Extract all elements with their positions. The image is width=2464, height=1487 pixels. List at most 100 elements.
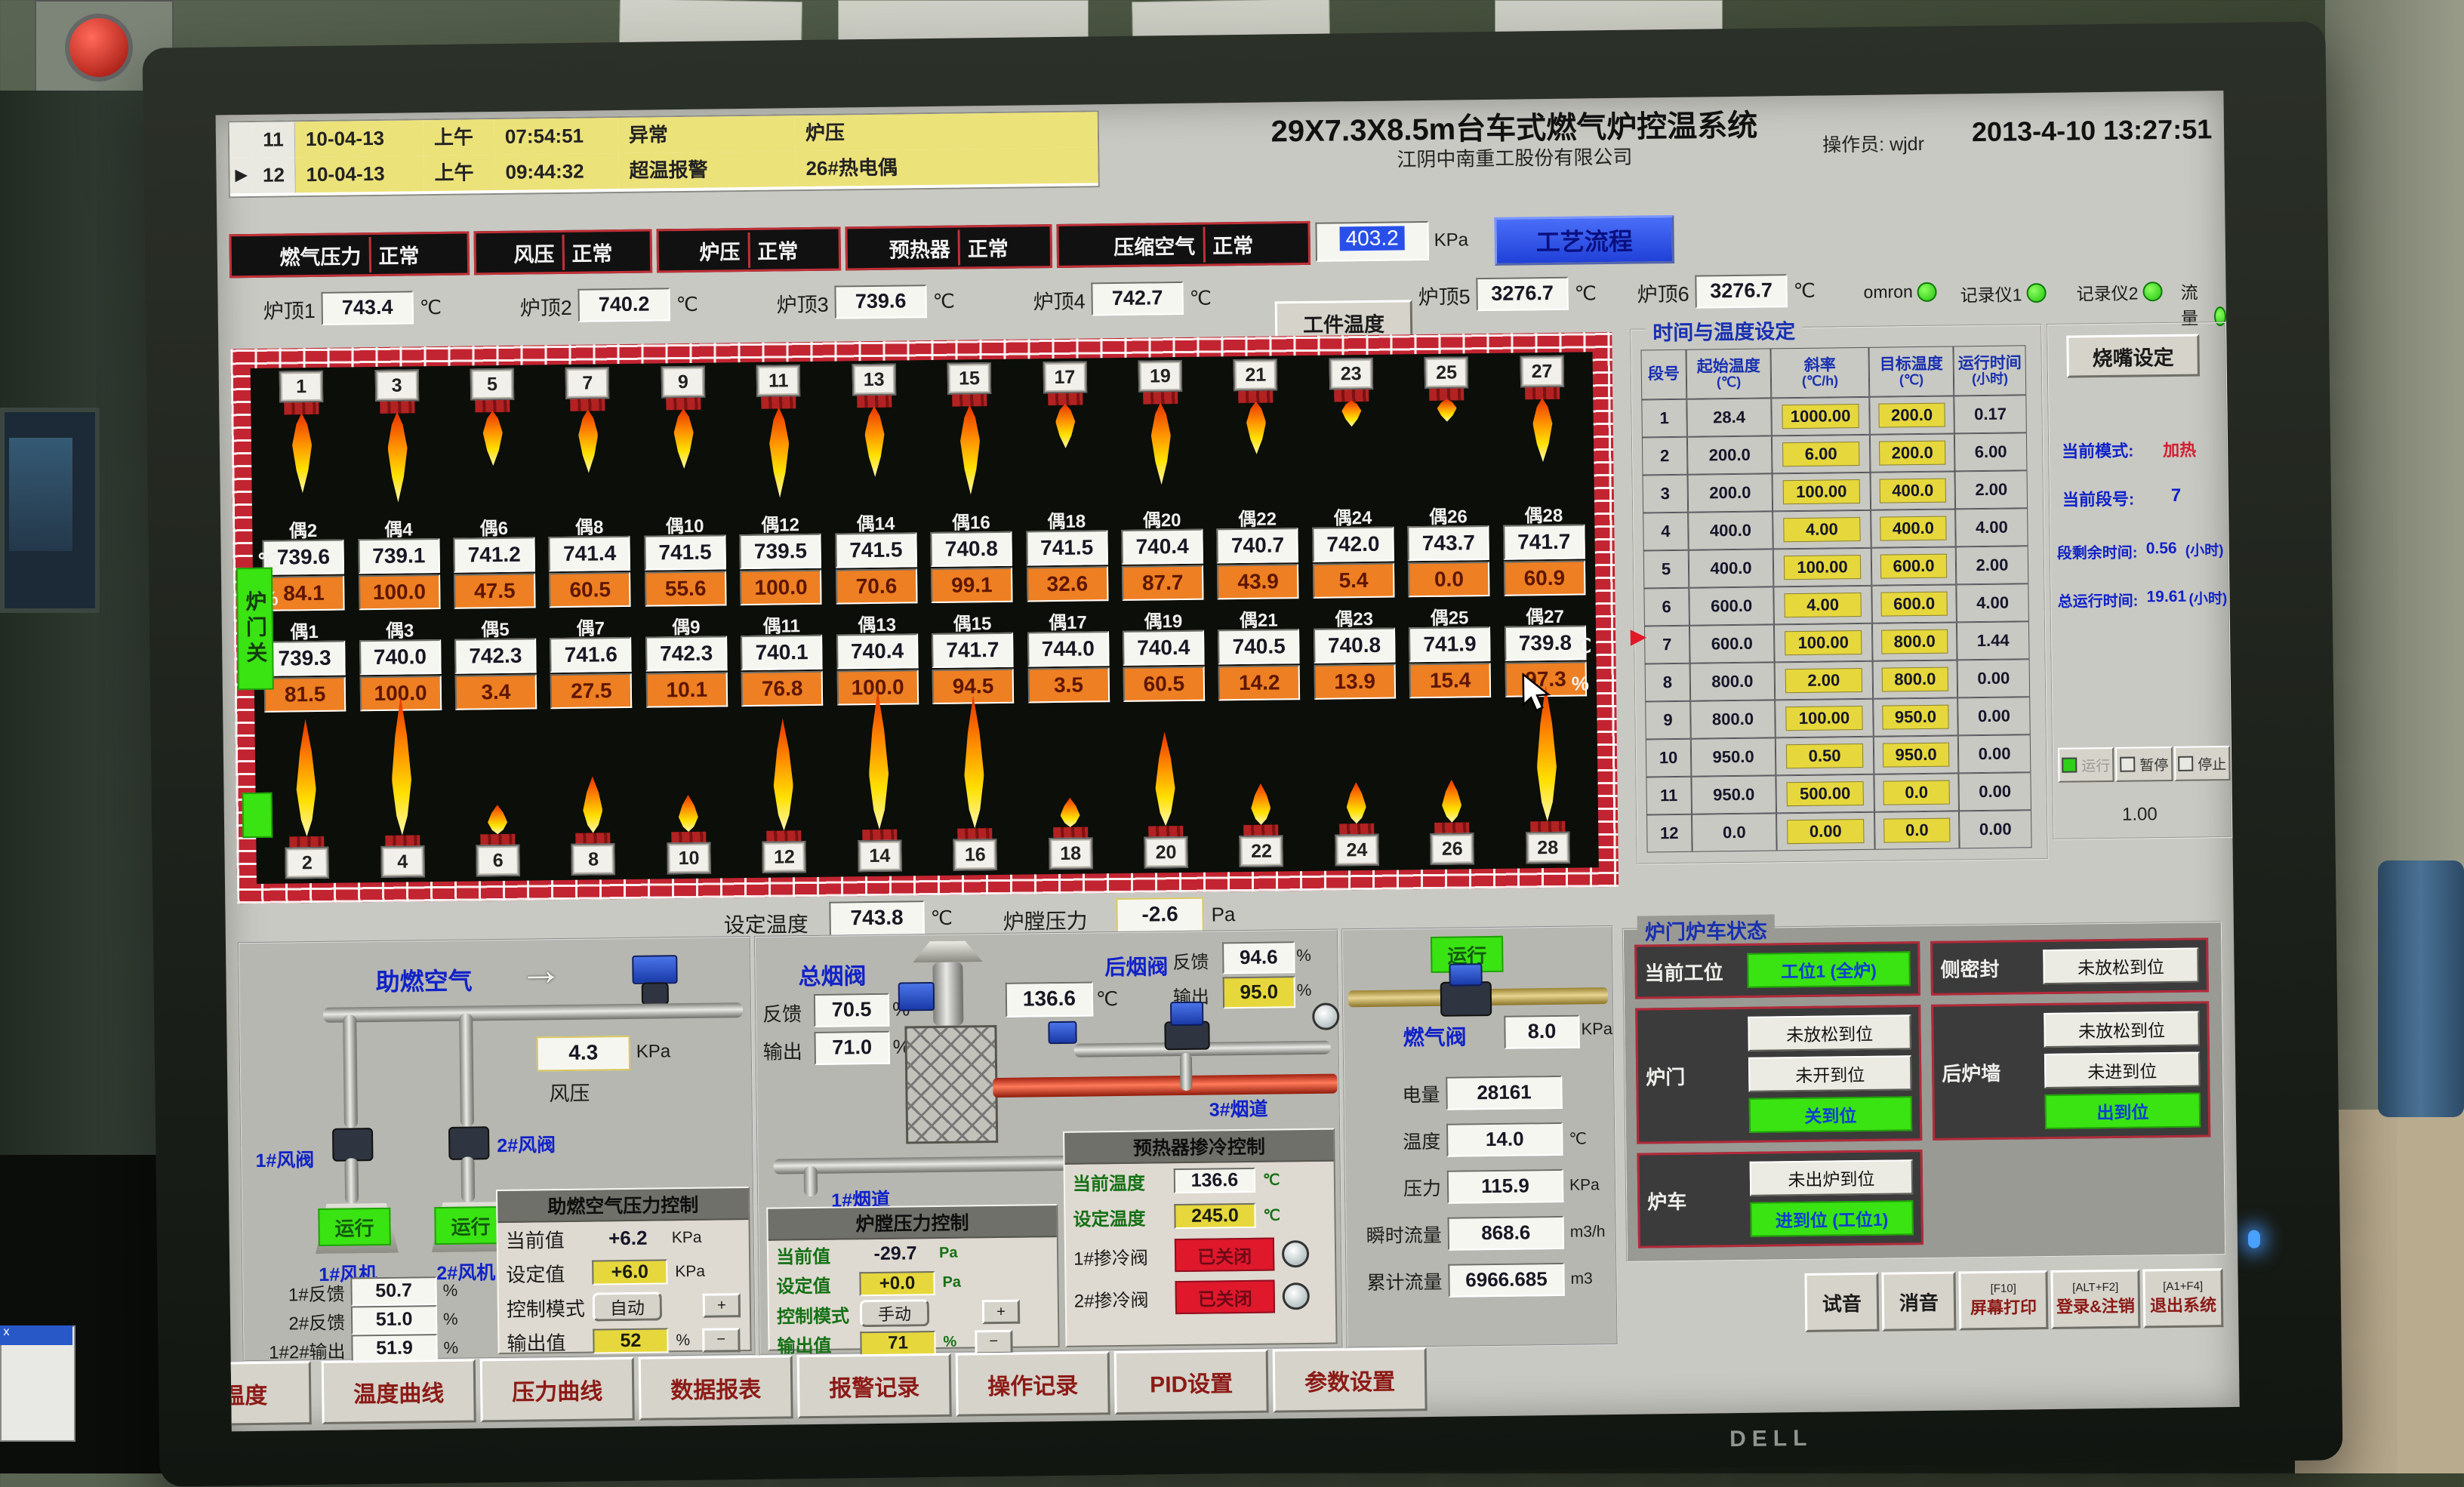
thermocouple-temp: 740.8 [1314, 628, 1396, 663]
program-target-input[interactable]: 0.0 [1883, 780, 1949, 805]
chamber-output-input[interactable]: 71 [860, 1331, 935, 1356]
burner-flame-icon [1346, 782, 1366, 824]
emergency-button [65, 14, 133, 82]
program-rate-input[interactable]: 2.00 [1785, 668, 1862, 693]
flue-down-1 [804, 1166, 818, 1196]
program-start-temp: 950.0 [1691, 737, 1776, 776]
alarm-pointer-cell: ▶ [229, 158, 253, 193]
program-rate-input[interactable]: 100.00 [1784, 555, 1861, 580]
program-header-unit: (小时) [1972, 371, 2008, 386]
burner-plate: 14 [858, 840, 902, 873]
preheat-setpoint-input[interactable]: 245.0 [1174, 1203, 1255, 1229]
action-button-4[interactable]: [ALT+F2]登录&注销 [2050, 1270, 2140, 1329]
thermocouple-name: 偶9 [672, 612, 701, 635]
program-rate-cell: 100.00 [1775, 699, 1874, 738]
burner-flame-icon [1532, 398, 1553, 462]
tab-报警记录[interactable]: 报警记录 [797, 1353, 952, 1418]
air-output-input[interactable]: 52 [593, 1328, 668, 1353]
tab-参数设置[interactable]: 参数设置 [1273, 1347, 1428, 1412]
program-target-input[interactable]: 800.0 [1881, 630, 1948, 654]
thermocouple-temp: 741.5 [835, 532, 917, 568]
burner-flame-icon [391, 696, 412, 835]
program-target-input[interactable]: 800.0 [1882, 667, 1948, 692]
chamber-pressure-label: 炉膛压力 [1003, 905, 1087, 936]
program-target-input[interactable]: 950.0 [1883, 743, 1949, 768]
tab-温度[interactable]: 温度 [216, 1361, 312, 1426]
tab-压力曲线[interactable]: 压力曲线 [480, 1357, 635, 1422]
thermocouple-name: 偶16 [952, 507, 990, 531]
burner-flame-icon [1442, 779, 1462, 822]
compressed-air-pressure-value[interactable]: 403.2 [1315, 221, 1429, 262]
tab-PID设置[interactable]: PID设置 [1114, 1350, 1269, 1415]
roof-temp-label: 炉顶6 [1637, 277, 1689, 307]
run-button[interactable]: 运行 [2058, 747, 2114, 783]
program-target-cell: 200.0 [1869, 396, 1954, 434]
tab-操作记录[interactable]: 操作记录 [956, 1351, 1110, 1416]
program-table-title: 时间与温度设定 [1645, 315, 1803, 346]
rear-out-value: 95.0 [1223, 976, 1296, 1008]
door-status-badge: 未放松到位 [2044, 1011, 2200, 1048]
rear-flue-valve-label: 后烟阀 [1104, 950, 1168, 981]
program-rate-input[interactable]: 0.50 [1786, 744, 1863, 768]
program-target-cell: 950.0 [1873, 697, 1958, 736]
air-valve2-icon [448, 1126, 490, 1160]
chamber-mode-button[interactable]: 手动 [860, 1299, 929, 1327]
main-flue-valve-label: 总烟阀 [798, 957, 867, 991]
program-target-input[interactable]: 950.0 [1882, 705, 1948, 730]
burner-flame-icon [292, 413, 313, 493]
action-button-3[interactable]: [F10]屏幕打印 [1958, 1270, 2048, 1330]
roof-temp-unit: ℃ [1574, 282, 1597, 305]
action-button-2[interactable]: 消音 [1881, 1272, 1956, 1332]
action-button-1[interactable]: 试音 [1804, 1273, 1879, 1332]
program-target-input[interactable]: 200.0 [1879, 441, 1945, 466]
program-target-input[interactable]: 400.0 [1880, 516, 1946, 541]
thermocouple-cell: 偶11740.176.8 [734, 611, 830, 707]
burner-flame-icon [1437, 399, 1457, 422]
air-minus-button[interactable]: − [702, 1328, 740, 1353]
chamber-minus-button[interactable]: − [975, 1329, 1012, 1354]
burner-plate: 18 [1049, 837, 1093, 870]
program-rate-input[interactable]: 100.00 [1785, 630, 1862, 655]
program-rate-input[interactable]: 100.00 [1785, 706, 1862, 731]
program-rate-input[interactable]: 4.00 [1783, 517, 1860, 542]
program-target-input[interactable]: 0.0 [1883, 818, 1950, 843]
door-status-badge: 未放松到位 [1748, 1014, 1911, 1051]
process-flow-button[interactable]: 工艺流程 [1494, 215, 1674, 266]
program-rate-input[interactable]: 500.00 [1787, 781, 1864, 806]
burner-flame-icon [868, 691, 889, 830]
program-target-input[interactable]: 200.0 [1878, 403, 1945, 428]
roof-temp-unit: ℃ [932, 289, 955, 312]
program-rate-input[interactable]: 4.00 [1784, 593, 1861, 617]
program-rate-input[interactable]: 100.00 [1783, 479, 1860, 504]
chamber-plus-button[interactable]: + [982, 1300, 1020, 1325]
air-feedback-unit: % [443, 1310, 458, 1329]
program-start-temp: 600.0 [1689, 586, 1774, 625]
air-setpoint-input[interactable]: +6.0 [592, 1259, 667, 1285]
current-segment-label: 当前段号: [2062, 486, 2135, 511]
burner-cell: 16 [928, 872, 1023, 873]
program-target-input[interactable]: 400.0 [1880, 479, 1946, 503]
thermocouple-cell: 偶20740.487.7 [1114, 505, 1211, 602]
tab-温度曲线[interactable]: 温度曲线 [322, 1359, 476, 1424]
program-rate-input[interactable]: 0.00 [1787, 819, 1864, 844]
datetime: 2013-4-10 13:27:51 [1972, 113, 2213, 148]
air-title: 助燃空气 [375, 962, 473, 998]
status-badge-预热器: 预热器正常 [845, 224, 1052, 270]
air-plus-button[interactable]: + [703, 1293, 741, 1318]
program-target-input[interactable]: 600.0 [1880, 554, 1947, 579]
air-mode-button[interactable]: 自动 [593, 1292, 662, 1321]
chamber-setpoint-input[interactable]: +0.0 [859, 1271, 935, 1296]
pause-button[interactable]: 暂停 [2115, 747, 2173, 782]
burner-setting-button[interactable]: 烧嘴设定 [2066, 334, 2200, 377]
action-button-label: 退出系统 [2150, 1292, 2216, 1316]
program-target-input[interactable]: 600.0 [1880, 592, 1947, 617]
action-button-5[interactable]: [A1+F4]退出系统 [2142, 1268, 2223, 1328]
burner-plate: 2 [285, 847, 330, 879]
thermocouple-output-pct: 87.7 [1122, 565, 1204, 601]
stop-button[interactable]: 停止 [2174, 746, 2231, 781]
hot-air-pipe [993, 1074, 1337, 1098]
tab-数据报表[interactable]: 数据报表 [639, 1355, 793, 1420]
monitor-brand: DELL [1729, 1426, 1813, 1452]
program-rate-input[interactable]: 1000.00 [1782, 404, 1859, 429]
program-rate-input[interactable]: 6.00 [1782, 442, 1859, 466]
